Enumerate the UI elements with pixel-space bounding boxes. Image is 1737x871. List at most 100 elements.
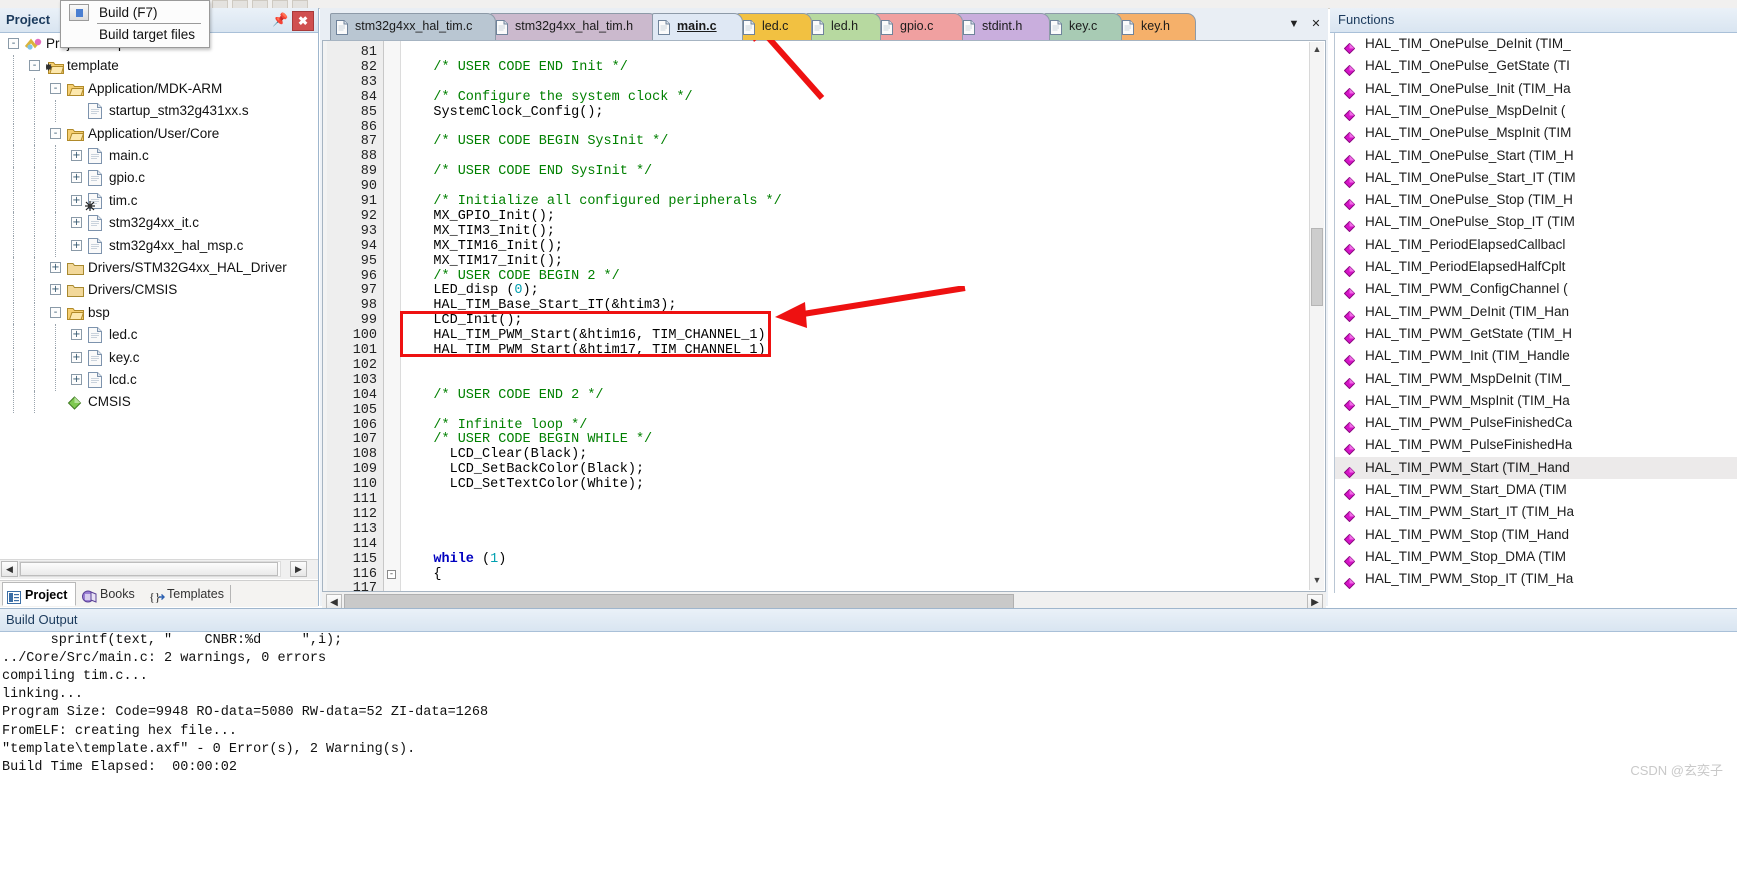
function-diamond-icon bbox=[1343, 440, 1356, 456]
function-list-item[interactable]: HAL_TIM_PWM_ConfigChannel ( bbox=[1335, 278, 1737, 300]
tree-guide-line bbox=[13, 324, 14, 347]
editor-tab-led-c[interactable]: led.c bbox=[737, 13, 812, 40]
expand-icon[interactable]: + bbox=[71, 150, 82, 161]
function-list-item[interactable]: HAL_TIM_PWM_Start (TIM_Hand bbox=[1335, 456, 1737, 479]
hscroll-left-arrow[interactable]: ◀ bbox=[1, 561, 18, 577]
editor-tab-gpio-c[interactable]: gpio.c bbox=[875, 13, 963, 40]
editor-tab-led-h[interactable]: led.h bbox=[806, 13, 881, 40]
project-bottom-tabs[interactable]: Project Books {} Templates bbox=[0, 580, 318, 607]
tab-close-icon[interactable]: ✕ bbox=[1307, 15, 1325, 33]
collapse-icon[interactable]: - bbox=[8, 38, 19, 49]
tree-node[interactable]: + lcd.c bbox=[0, 369, 318, 391]
function-list-item[interactable]: HAL_TIM_PeriodElapsedHalfCplt bbox=[1335, 256, 1737, 278]
vscroll-thumb[interactable] bbox=[1311, 228, 1323, 306]
tree-node[interactable]: - Application/MDK-ARM bbox=[0, 77, 318, 100]
pin-icon[interactable]: 📌 bbox=[272, 12, 288, 28]
editor-tab-stm32g4xx_hal_tim-h[interactable]: stm32g4xx_hal_tim.h bbox=[490, 13, 658, 40]
build-output-text[interactable]: sprintf(text, " CNBR:%d ",i); ../Core/Src… bbox=[0, 632, 1737, 871]
function-list-item[interactable]: HAL_TIM_PWM_Stop (TIM_Hand bbox=[1335, 524, 1737, 546]
collapse-icon[interactable]: - bbox=[29, 60, 40, 72]
vscroll-up-arrow[interactable]: ▲ bbox=[1311, 43, 1323, 57]
function-list-item[interactable]: HAL_TIM_PWM_Start_IT (TIM_Ha bbox=[1335, 501, 1737, 523]
editor-vscrollbar[interactable]: ▲ ▼ bbox=[1309, 42, 1324, 590]
build-context-menu[interactable]: Build (F7) Build target files bbox=[60, 0, 210, 48]
tree-node[interactable]: + Drivers/CMSIS bbox=[0, 279, 318, 302]
expand-icon[interactable]: + bbox=[50, 262, 61, 273]
tree-node[interactable]: - bsp bbox=[0, 301, 318, 324]
function-list-item[interactable]: HAL_TIM_OnePulse_Start (TIM_H bbox=[1335, 145, 1737, 167]
expand-icon[interactable]: + bbox=[71, 351, 82, 363]
tree-node[interactable]: + stm32g4xx_it.c bbox=[0, 212, 318, 235]
function-list-item[interactable]: HAL_TIM_PeriodElapsedCallbacl bbox=[1335, 234, 1737, 256]
tree-guide-line bbox=[34, 189, 35, 212]
function-list-item[interactable]: HAL_TIM_OnePulse_GetState (TI bbox=[1335, 55, 1737, 77]
hscroll-right-arrow[interactable]: ▶ bbox=[290, 561, 307, 577]
function-list-item[interactable]: HAL_TIM_PWM_PulseFinishedHa bbox=[1335, 434, 1737, 456]
expand-icon[interactable]: + bbox=[71, 239, 82, 251]
tree-node[interactable]: + gpio.c bbox=[0, 167, 318, 190]
expand-icon[interactable]: + bbox=[71, 172, 82, 184]
code-line: /* USER CODE END Init */ bbox=[401, 59, 628, 75]
tree-node[interactable]: - Application/User/Core bbox=[0, 122, 318, 145]
function-list-item[interactable]: HAL_TIM_PWM_MspDeInit (TIM_ bbox=[1335, 368, 1737, 390]
fold-toggle-icon[interactable]: - bbox=[387, 569, 396, 579]
hscroll-thumb[interactable] bbox=[20, 562, 278, 576]
function-list-item[interactable]: HAL_TIM_PWM_Init (TIM_Handle bbox=[1335, 345, 1737, 367]
vscroll-down-arrow[interactable]: ▼ bbox=[1311, 574, 1323, 588]
expand-icon[interactable]: + bbox=[71, 217, 82, 229]
tree-node[interactable]: + main.c bbox=[0, 145, 318, 167]
function-list-item[interactable]: HAL_TIM_OnePulse_MspDeInit ( bbox=[1335, 100, 1737, 122]
tree-node[interactable]: - template bbox=[0, 55, 318, 78]
project-hscrollbar[interactable]: ◀ ▶ bbox=[0, 559, 318, 579]
editor-tab-label: stm32g4xx_hal_tim.c bbox=[355, 19, 473, 33]
tree-node[interactable]: + stm32g4xx_hal_msp.c bbox=[0, 234, 318, 257]
collapse-icon[interactable]: - bbox=[50, 306, 61, 318]
tree-node[interactable]: + key.c bbox=[0, 346, 318, 369]
function-name-label: HAL_TIM_OnePulse_MspInit (TIM bbox=[1365, 125, 1572, 141]
function-list-item[interactable]: HAL_TIM_OnePulse_Stop (TIM_H bbox=[1335, 189, 1737, 211]
editor-tab-key-h[interactable]: key.h bbox=[1116, 13, 1196, 40]
function-list-item[interactable]: HAL_TIM_OnePulse_Init (TIM_Ha bbox=[1335, 78, 1737, 100]
tree-node[interactable]: + Drivers/STM32G4xx_HAL_Driver bbox=[0, 257, 318, 279]
function-list-item[interactable]: HAL_TIM_OnePulse_Stop_IT (TIM bbox=[1335, 211, 1737, 233]
tree-node[interactable]: CMSIS bbox=[0, 391, 318, 414]
editor-tab-key-c[interactable]: key.c bbox=[1044, 13, 1122, 40]
expand-icon[interactable]: + bbox=[71, 194, 82, 206]
tree-node[interactable]: startup_stm32g431xx.s bbox=[0, 100, 318, 123]
expand-icon[interactable]: + bbox=[50, 284, 61, 296]
function-list-item[interactable]: HAL_TIM_PWM_PulseFinishedCa bbox=[1335, 412, 1737, 434]
collapse-icon[interactable]: - bbox=[50, 82, 61, 94]
editor-tabbar[interactable]: stm32g4xx_hal_tim.c stm32g4xx_hal_tim.h ma… bbox=[320, 8, 1328, 40]
function-list-item[interactable]: HAL_TIM_PWM_Stop_DMA (TIM bbox=[1335, 546, 1737, 568]
project-tab-books[interactable]: Books bbox=[78, 582, 144, 606]
project-tab-project[interactable]: Project bbox=[2, 582, 76, 606]
function-list-item[interactable]: HAL_TIM_PWM_GetState (TIM_H bbox=[1335, 323, 1737, 345]
function-list-item[interactable]: HAL_TIM_PWM_Stop_IT (TIM_Ha bbox=[1335, 568, 1737, 590]
tree-node[interactable]: + tim.c bbox=[0, 189, 318, 212]
tree-node[interactable]: + led.c bbox=[0, 324, 318, 347]
function-list-item[interactable]: HAL_TIM_OnePulse_DeInit (TIM_ bbox=[1335, 33, 1737, 55]
menu-item-build-target-files[interactable]: Build target files bbox=[61, 24, 209, 46]
project-tab-templates[interactable]: {} Templates bbox=[145, 582, 227, 606]
function-list-item[interactable]: HAL_TIM_OnePulse_Start_IT (TIM bbox=[1335, 167, 1737, 189]
editor-tab-stdint-h[interactable]: stdint.h bbox=[957, 13, 1050, 40]
functions-list[interactable]: HAL_TIM_OnePulse_DeInit (TIM_ HAL_TIM_One… bbox=[1334, 33, 1737, 593]
menu-item-build[interactable]: Build (F7) bbox=[61, 2, 209, 24]
code-fold-bar[interactable]: - bbox=[384, 41, 401, 591]
function-list-item[interactable]: HAL_TIM_PWM_MspInit (TIM_Ha bbox=[1335, 390, 1737, 412]
tab-dropdown-icon[interactable]: ▼ bbox=[1285, 15, 1303, 33]
expand-icon[interactable]: + bbox=[71, 374, 82, 385]
project-tree[interactable]: -Project: template-template-Application/… bbox=[0, 33, 318, 558]
tree-node-label: startup_stm32g431xx.s bbox=[109, 103, 249, 119]
expand-icon[interactable]: + bbox=[71, 329, 82, 341]
editor-tab-stm32g4xx_hal_tim-c[interactable]: stm32g4xx_hal_tim.c bbox=[330, 13, 496, 40]
code-editor[interactable]: 81 82 83 84 85 86 87 88 89 90 91 92 93 94 95 96 97 98 99 10… bbox=[322, 40, 1326, 596]
function-name-label: HAL_TIM_PWM_Stop_DMA (TIM bbox=[1365, 548, 1567, 564]
function-list-item[interactable]: HAL_TIM_PWM_DeInit (TIM_Han bbox=[1335, 301, 1737, 323]
function-list-item[interactable]: HAL_TIM_OnePulse_MspInit (TIM bbox=[1335, 122, 1737, 144]
code-text-area[interactable]: /* USER CODE END Init */ /* Configure th… bbox=[401, 41, 1325, 591]
editor-tab-main-c[interactable]: main.c bbox=[652, 13, 743, 40]
function-list-item[interactable]: HAL_TIM_PWM_Start_DMA (TIM bbox=[1335, 479, 1737, 501]
close-icon[interactable]: ✖ bbox=[292, 11, 314, 31]
collapse-icon[interactable]: - bbox=[50, 127, 61, 139]
